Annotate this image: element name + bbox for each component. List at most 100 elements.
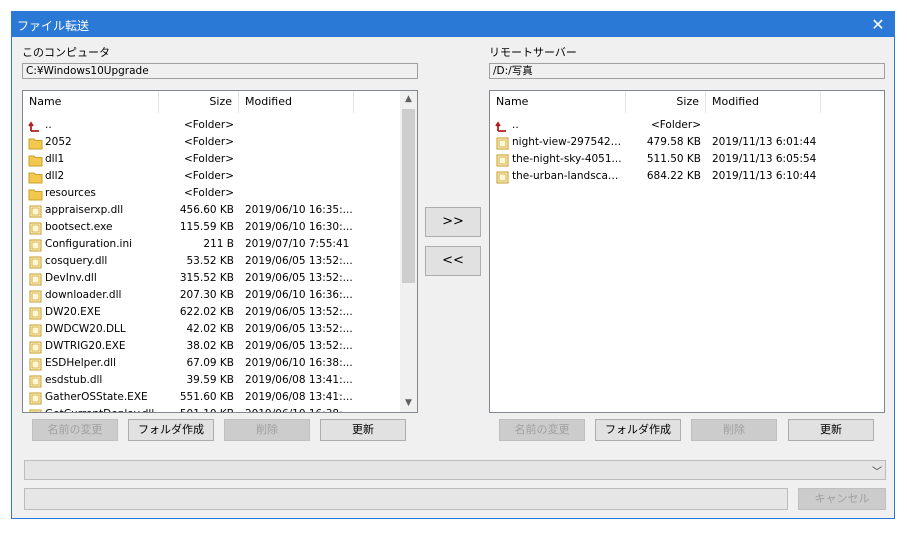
item-name: appraiserxp.dll	[45, 204, 124, 216]
item-size: 53.52 KB	[186, 255, 235, 267]
list-item[interactable]: night-view-2975427... 479.58 KB 2019/11/13…	[490, 135, 884, 152]
local-rename-button[interactable]: 名前の変更	[32, 419, 118, 441]
scroll-thumb[interactable]	[402, 109, 415, 283]
item-name: ..	[512, 119, 519, 131]
file-icon	[28, 222, 43, 235]
item-size: <Folder>	[183, 136, 234, 148]
item-name: dll1	[45, 153, 65, 165]
transfer-status-dropdown[interactable]: ﹀	[24, 460, 886, 480]
folder-icon	[28, 137, 43, 150]
remote-list-header: Name Size Modified	[490, 91, 884, 113]
column-header-modified[interactable]: Modified	[706, 91, 821, 113]
local-mkdir-button[interactable]: フォルダ作成	[128, 419, 214, 441]
item-size: 684.22 KB	[646, 170, 701, 182]
list-item[interactable]: bootsect.exe 115.59 KB 2019/06/10 16:30:..…	[23, 220, 417, 237]
item-size: 42.02 KB	[186, 323, 235, 335]
item-modified: 2019/06/05 13:52:...	[245, 306, 353, 318]
list-item[interactable]: dll1 <Folder>	[23, 152, 417, 169]
remote-file-list[interactable]: Name Size Modified .. <Folder> night-view-…	[489, 90, 885, 413]
list-item[interactable]: DW20.EXE 622.02 KB 2019/06/05 13:52:...	[23, 305, 417, 322]
item-name: GatherOSState.EXE	[45, 391, 148, 403]
item-name: 2052	[45, 136, 72, 148]
file-icon	[28, 409, 43, 412]
file-icon	[28, 273, 43, 286]
local-file-list[interactable]: Name Size Modified .. <Folder> 2052 <Folder…	[22, 90, 418, 413]
list-item[interactable]: DWTRIG20.EXE 38.02 KB 2019/06/05 13:52:...	[23, 339, 417, 356]
list-item[interactable]: .. <Folder>	[490, 118, 884, 135]
file-transfer-window: ファイル転送 ✕ このコンピュータ C:¥Windows10Upgrade Na…	[11, 11, 895, 519]
list-item[interactable]: downloader.dll 207.30 KB 2019/06/10 16:36:…	[23, 288, 417, 305]
remote-rename-button[interactable]: 名前の変更	[499, 419, 585, 441]
item-modified: 2019/07/10 7:55:41	[245, 238, 350, 250]
item-name: GetCurrentDeploy.dll	[45, 408, 157, 412]
list-item[interactable]: resources <Folder>	[23, 186, 417, 203]
item-modified: 2019/06/05 13:52:...	[245, 255, 353, 267]
column-header-name[interactable]: Name	[490, 91, 626, 113]
scroll-down-icon[interactable]: ▼	[400, 395, 417, 412]
list-item[interactable]: dll2 <Folder>	[23, 169, 417, 186]
column-header-modified[interactable]: Modified	[239, 91, 354, 113]
chevron-down-icon[interactable]: ﹀	[872, 463, 882, 478]
item-modified: 2019/06/08 13:41:...	[245, 391, 353, 403]
list-item[interactable]: ESDHelper.dll 67.09 KB 2019/06/10 16:38:..…	[23, 356, 417, 373]
list-item[interactable]: cosquery.dll 53.52 KB 2019/06/05 13:52:...	[23, 254, 417, 271]
upload-button[interactable]: >>	[425, 207, 481, 237]
parent-folder-icon	[495, 120, 510, 133]
local-path-field: C:¥Windows10Upgrade	[22, 63, 418, 79]
transfer-progress-bar	[24, 488, 788, 510]
column-header-size[interactable]: Size	[626, 91, 706, 113]
list-item[interactable]: 2052 <Folder>	[23, 135, 417, 152]
cancel-button[interactable]: キャンセル	[798, 488, 886, 510]
list-item[interactable]: the-urban-landscap... 684.22 KB 2019/11/13…	[490, 169, 884, 186]
local-delete-button[interactable]: 削除	[224, 419, 310, 441]
list-item[interactable]: the-night-sky-4051... 511.50 KB 2019/11/13…	[490, 152, 884, 169]
file-icon	[28, 324, 43, 337]
item-modified: 2019/06/10 16:30:...	[245, 221, 353, 233]
scroll-up-icon[interactable]: ▲	[400, 91, 417, 108]
item-size: 211 B	[203, 238, 234, 250]
item-modified: 2019/06/10 16:38:...	[245, 357, 353, 369]
item-size: <Folder>	[183, 170, 234, 182]
list-item[interactable]: .. <Folder>	[23, 118, 417, 135]
local-scrollbar[interactable]: ▲ ▼	[400, 91, 417, 412]
remote-delete-button[interactable]: 削除	[691, 419, 777, 441]
file-icon	[28, 307, 43, 320]
item-name: bootsect.exe	[45, 221, 113, 233]
folder-icon	[28, 154, 43, 167]
item-size: 67.09 KB	[186, 357, 235, 369]
item-modified: 2019/06/05 13:52:...	[245, 340, 353, 352]
window-title: ファイル転送	[17, 19, 90, 33]
list-item[interactable]: DevInv.dll 315.52 KB 2019/06/05 13:52:...	[23, 271, 417, 288]
file-icon	[28, 341, 43, 354]
item-modified: 2019/06/10 16:35:...	[245, 204, 353, 216]
remote-mkdir-button[interactable]: フォルダ作成	[595, 419, 681, 441]
item-name: the-night-sky-4051...	[512, 153, 622, 165]
file-icon	[28, 358, 43, 371]
file-icon	[28, 205, 43, 218]
list-item[interactable]: Configuration.ini 211 B 2019/07/10 7:55:41	[23, 237, 417, 254]
list-item[interactable]: GetCurrentDeploy.dll 501.10 KB 2019/06/10 …	[23, 407, 417, 412]
item-size: 456.60 KB	[179, 204, 234, 216]
item-name: Configuration.ini	[45, 238, 133, 250]
item-size: 115.59 KB	[179, 221, 234, 233]
local-refresh-button[interactable]: 更新	[320, 419, 406, 441]
remote-refresh-button[interactable]: 更新	[788, 419, 874, 441]
list-item[interactable]: esdstub.dll 39.59 KB 2019/06/08 13:41:...	[23, 373, 417, 390]
list-item[interactable]: appraiserxp.dll 456.60 KB 2019/06/10 16:35…	[23, 203, 417, 220]
item-modified: 2019/11/13 6:05:54	[712, 153, 817, 165]
file-icon	[28, 392, 43, 405]
item-modified: 2019/06/05 13:52:...	[245, 272, 353, 284]
column-header-size[interactable]: Size	[159, 91, 239, 113]
list-item[interactable]: DWDCW20.DLL 42.02 KB 2019/06/05 13:52:...	[23, 322, 417, 339]
item-modified: 2019/06/10 16:38:...	[245, 408, 357, 412]
item-name: the-urban-landscap...	[512, 170, 624, 182]
close-icon[interactable]: ✕	[862, 12, 894, 37]
list-item[interactable]: GatherOSState.EXE 551.60 KB 2019/06/08 13:…	[23, 390, 417, 407]
download-button[interactable]: <<	[425, 246, 481, 276]
item-modified: 2019/06/05 13:52:...	[245, 323, 353, 335]
item-size: 315.52 KB	[179, 272, 234, 284]
column-header-name[interactable]: Name	[23, 91, 159, 113]
item-name: DWDCW20.DLL	[45, 323, 126, 335]
item-name: DWTRIG20.EXE	[45, 340, 126, 352]
file-icon	[495, 137, 510, 150]
